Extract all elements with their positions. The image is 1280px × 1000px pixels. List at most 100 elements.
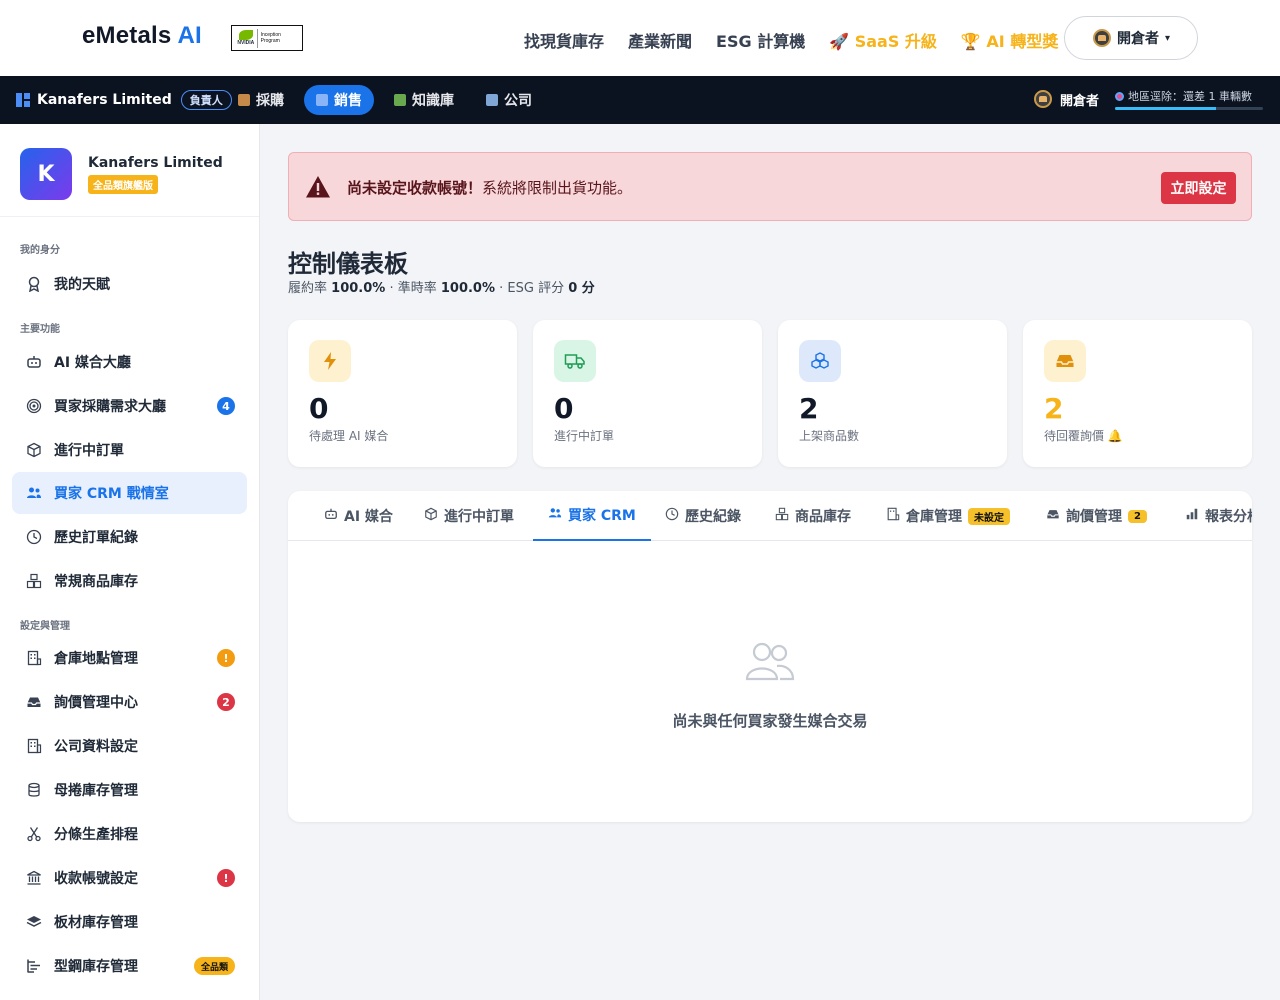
sidebar-item-buyer-crm[interactable]: 買家 CRM 戰情室 [12, 472, 247, 514]
brand-ai: AI [177, 22, 202, 49]
building-icon [486, 94, 498, 106]
dashboard-metrics: 履約率 100.0% · 準時率 100.0% · ESG 評分 0 分 [288, 281, 595, 296]
stat-label: 待回覆詢價 🔔 [1044, 429, 1123, 443]
tab-active-orders[interactable]: 進行中訂單 [424, 491, 514, 541]
warning-badge: ! [217, 869, 235, 887]
sidebar-item-plate-inventory[interactable]: 板材庫存管理 [12, 901, 247, 943]
sidebar-item-buyer-demand[interactable]: 買家採購需求大廳 4 [12, 385, 247, 427]
nvidia-logo-icon: NVIDIA [235, 28, 258, 48]
top-header: eMetals AI NVIDIA Inception Program 找現貨庫… [0, 0, 1280, 76]
tab-purchase[interactable]: 採購 [226, 85, 296, 115]
tab-product-inventory[interactable]: 商品庫存 [775, 491, 851, 541]
brand-name: eMetals [82, 22, 172, 49]
avatar [1034, 90, 1052, 108]
sidebar-item-standard-inventory[interactable]: 常規商品庫存 [12, 560, 247, 602]
books-icon [394, 94, 406, 106]
setup-now-button[interactable]: 立即設定 [1161, 172, 1236, 204]
stat-card-ai-matching[interactable]: 0 待處理 AI 媒合 [288, 320, 517, 467]
bar-chart-icon [1185, 507, 1199, 525]
clock-icon [665, 507, 679, 525]
stat-value: 2 [1044, 392, 1064, 425]
sidebar-item-company-settings[interactable]: 公司資料設定 [12, 725, 247, 767]
inception-program-label: Inception Program [260, 32, 281, 44]
workspace-user[interactable]: 開倉者 地區逕除：還差 1 車輛數 [1034, 88, 1264, 110]
target-icon [1115, 91, 1125, 101]
tab-inquiry[interactable]: 詢價管理 2 [1046, 491, 1147, 541]
tab-reports[interactable]: 報表分析 [1185, 491, 1252, 541]
tab-warehouse[interactable]: 倉庫管理 未設定 [886, 491, 1010, 541]
stat-label: 進行中訂單 [554, 429, 615, 443]
sidebar-item-slitting-schedule[interactable]: 分條生產排程 [12, 813, 247, 855]
payment-account-alert: 尚未設定收款帳號！系統將限制出貨功能。 立即設定 [288, 152, 1252, 221]
brand-logo[interactable]: eMetals AI [82, 22, 202, 50]
robot-icon [324, 507, 338, 525]
sidebar-item-active-orders[interactable]: 進行中訂單 [12, 429, 247, 471]
sidebar-item-inquiry-center[interactable]: 詢價管理中心 2 [12, 681, 247, 723]
progress-bar [1115, 107, 1264, 110]
tab-buyer-crm[interactable]: 買家 CRM [533, 491, 651, 541]
users-outline-icon [744, 641, 796, 685]
company-name: Kanafers Limited [37, 92, 172, 108]
sidebar-item-ai-matching[interactable]: AI 媒合大廳 [12, 341, 247, 383]
top-nav: 找現貨庫存 產業新聞 ESG 計算機 🚀 SaaS 升級 🏆 AI 轉型獎 [524, 28, 1082, 52]
stat-card-pending-inquiries[interactable]: 2 待回覆詢價 🔔 [1023, 320, 1252, 467]
sidebar-item-order-history[interactable]: 歷史訂單紀錄 [12, 516, 247, 558]
divider [0, 216, 259, 217]
alert-title: 尚未設定收款帳號！ [347, 179, 483, 197]
nav-stock[interactable]: 找現貨庫存 [524, 28, 604, 52]
ontime-rate-value: 100.0% [440, 281, 496, 296]
plan-badge: 全品類旗艦版 [88, 174, 158, 194]
stat-value: 0 [309, 392, 329, 425]
sidebar-item-section-steel[interactable]: 型鋼庫存管理 全品類 [12, 945, 247, 987]
stat-value: 2 [799, 392, 819, 425]
box-icon [238, 94, 250, 106]
caret-down-icon: ▾ [1165, 32, 1171, 44]
building-icon [886, 507, 900, 525]
user-name: 開倉者 [1060, 93, 1100, 109]
plan-badge: 全品類 [193, 957, 235, 975]
boxes-icon [799, 340, 841, 382]
nav-ai-award[interactable]: 🏆 AI 轉型獎 [961, 28, 1058, 52]
truck-icon [554, 340, 596, 382]
count-badge: 2 [217, 693, 235, 711]
sidebar-item-talent[interactable]: 我的天賦 [12, 263, 247, 305]
sidebar-item-coil-inventory[interactable]: 母捲庫存管理 [12, 769, 247, 811]
building-icon [25, 650, 42, 667]
nav-news[interactable]: 產業新聞 [628, 28, 692, 52]
factory-icon [316, 94, 328, 106]
sidebar-item-payment-account[interactable]: 收款帳號設定 ! [12, 857, 247, 899]
dashboard-panel: AI 媒合 進行中訂單 買家 CRM 歷史紀錄 商品庫存 倉庫管理 未設定 詢價… [288, 491, 1252, 822]
empty-state-message: 尚未與任何買家發生媒合交易 [672, 712, 868, 730]
warning-badge: ! [217, 649, 235, 667]
tab-company[interactable]: 公司 [474, 85, 544, 115]
nav-saas-upgrade[interactable]: 🚀 SaaS 升級 [829, 28, 937, 52]
boxes-icon [775, 507, 789, 525]
robot-icon [25, 354, 42, 371]
tab-history[interactable]: 歷史紀錄 [665, 491, 741, 541]
sidebar-item-warehouse-locations[interactable]: 倉庫地點管理 ! [12, 637, 247, 679]
user-menu-button[interactable]: 開倉者 ▾ [1064, 16, 1198, 60]
scissors-icon [25, 826, 42, 843]
stat-card-active-orders[interactable]: 0 進行中訂單 [533, 320, 762, 467]
tab-sales[interactable]: 銷售 [304, 85, 374, 115]
count-badge: 4 [217, 397, 235, 415]
workspace-company[interactable]: Kanafers Limited 負責人 [16, 90, 232, 110]
users-icon [25, 485, 42, 502]
tab-knowledge[interactable]: 知識庫 [382, 85, 466, 115]
panel-tabs: AI 媒合 進行中訂單 買家 CRM 歷史紀錄 商品庫存 倉庫管理 未設定 詢價… [288, 491, 1252, 541]
stat-card-listed-products[interactable]: 2 上架商品數 [778, 320, 1007, 467]
avatar [1093, 29, 1111, 47]
region-status: 地區逕除：還差 1 車輛數 [1115, 88, 1264, 110]
nav-esg-calculator[interactable]: ESG 計算機 [716, 28, 805, 52]
database-icon [25, 782, 42, 799]
list-tree-icon [25, 958, 42, 975]
nvidia-inception-badge: NVIDIA Inception Program [231, 25, 303, 51]
inbox-icon [1046, 507, 1060, 525]
stat-value: 0 [554, 392, 574, 425]
users-icon [548, 506, 562, 524]
tab-ai-matching[interactable]: AI 媒合 [324, 491, 393, 541]
lightning-icon [309, 340, 351, 382]
workspace-tabs: 採購 銷售 知識庫 公司 [226, 85, 544, 115]
sidebar: K Kanafers Limited 全品類旗艦版 我的身分 我的天賦 主要功能… [0, 124, 260, 1000]
user-name: 開倉者 [1117, 31, 1159, 47]
